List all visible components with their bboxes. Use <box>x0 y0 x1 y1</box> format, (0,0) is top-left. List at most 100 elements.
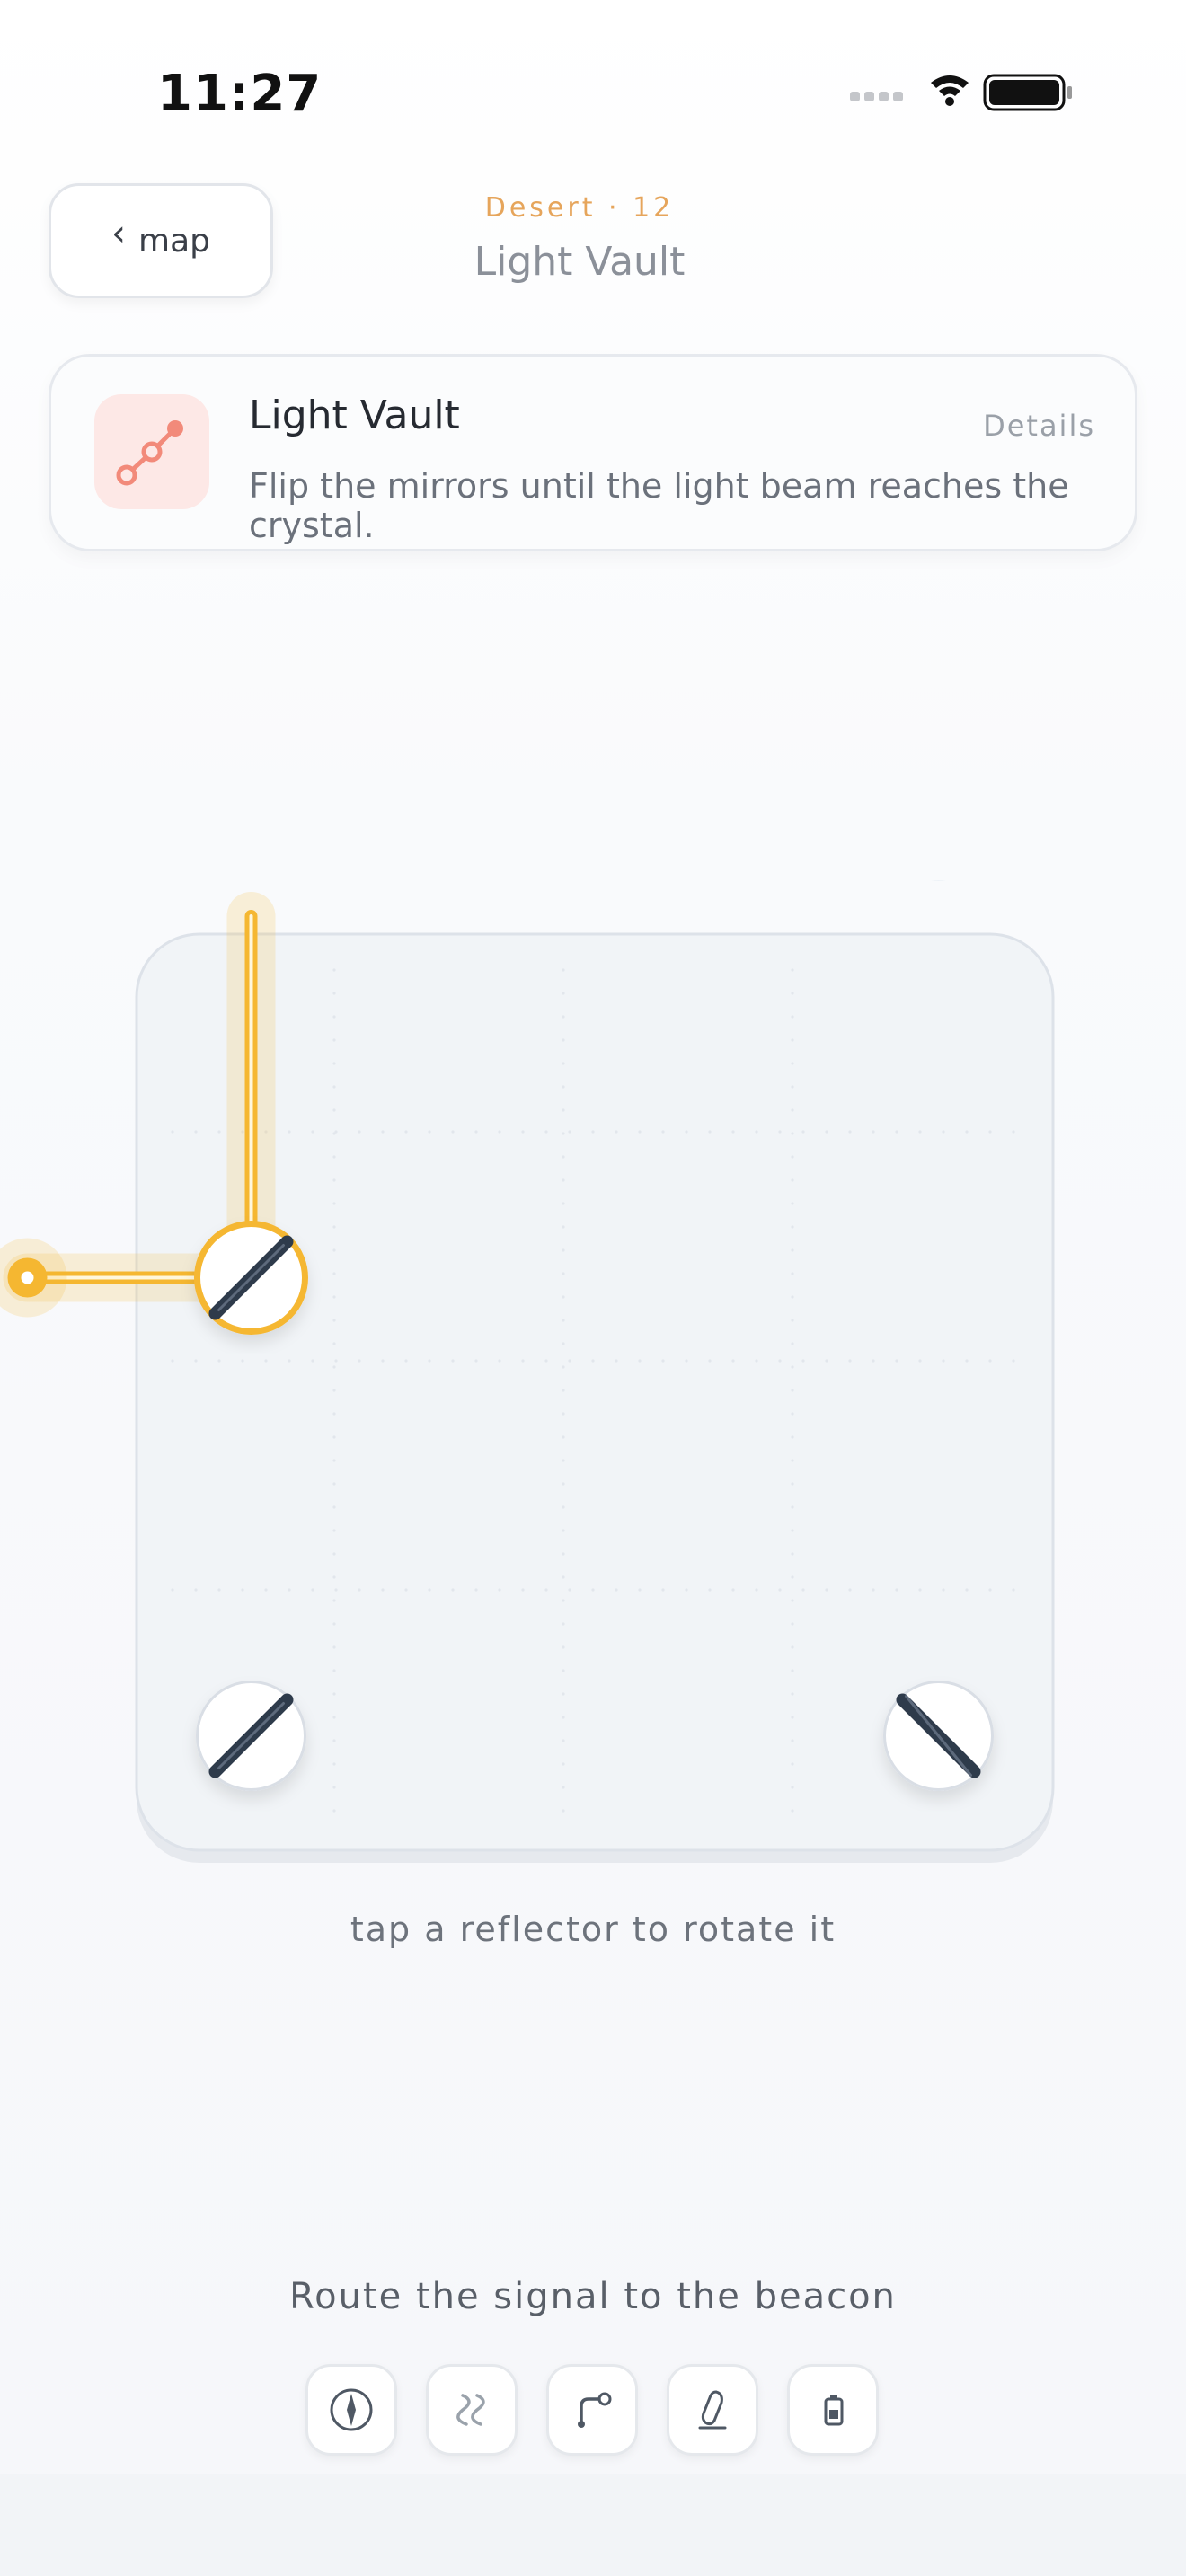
grid-dot <box>1012 1588 1015 1592</box>
cellular-signal-icon <box>850 92 903 101</box>
grid-dot <box>288 1588 291 1592</box>
level-info-card: Light Vault Flip the mirrors until the l… <box>49 354 1137 551</box>
grid-dot <box>731 1359 735 1363</box>
grid-dot <box>264 1359 268 1363</box>
grid-dot <box>562 1482 565 1486</box>
grid-dot <box>965 1130 969 1134</box>
grid-dot <box>311 1359 314 1363</box>
grid-dot <box>217 1130 221 1134</box>
path-tool-button[interactable] <box>546 2364 638 2456</box>
grid-dot <box>474 1130 478 1134</box>
grid-dot <box>791 1295 794 1299</box>
grid-dot <box>334 1130 338 1134</box>
grid-dot <box>661 1588 665 1592</box>
grid-dot <box>334 1588 338 1592</box>
wave-tool-button[interactable] <box>426 2364 518 2456</box>
grid-dot <box>562 1599 565 1602</box>
grid-dot <box>791 1645 794 1649</box>
grid-dot <box>428 1359 431 1363</box>
level-title: Light Vault <box>474 239 686 285</box>
grid-dot <box>562 1062 565 1065</box>
grid-dot <box>332 1505 336 1509</box>
grid-dot <box>562 1178 565 1182</box>
grid-dot <box>332 1038 336 1042</box>
crystal-glow <box>931 880 946 881</box>
mirror-reflector-3[interactable] <box>883 1681 994 1791</box>
grid-dot <box>498 1130 501 1134</box>
grid-dot <box>791 1132 794 1135</box>
grid-dot <box>332 1435 336 1439</box>
grid-dot <box>791 1529 794 1532</box>
grid-dot <box>791 1575 794 1579</box>
grid-dot <box>591 1130 595 1134</box>
grid-dot <box>562 1085 565 1089</box>
grid-dot <box>791 1178 794 1182</box>
grid-dot <box>332 1482 336 1486</box>
grid-dot <box>661 1130 665 1134</box>
grid-dot <box>791 1762 794 1766</box>
grid-dot <box>358 1588 361 1592</box>
grid-dot <box>591 1359 595 1363</box>
home-indicator-area <box>0 2474 1186 2576</box>
mirror-tool-button[interactable] <box>667 2364 758 2456</box>
grid-dot <box>498 1359 501 1363</box>
grid-dot <box>1012 1359 1015 1363</box>
grid-dot <box>428 1130 431 1134</box>
mirror-reflector-2[interactable] <box>196 1681 306 1791</box>
grid-dot <box>381 1130 385 1134</box>
grid-dot <box>791 1202 794 1205</box>
grid-dot <box>217 1588 221 1592</box>
grid-dot <box>942 1588 945 1592</box>
grid-dot <box>332 1575 336 1579</box>
grid-dot <box>194 1588 198 1592</box>
grid-dot <box>708 1588 712 1592</box>
grid-dot <box>562 1645 565 1649</box>
grid-dot <box>685 1359 688 1363</box>
grid-dot <box>332 1599 336 1602</box>
grid-dot <box>791 1155 794 1159</box>
grid-dot <box>791 1622 794 1626</box>
mirror-reflector-1[interactable] <box>194 1221 308 1335</box>
grid-dot <box>791 1085 794 1089</box>
compass-tool-button[interactable] <box>305 2364 397 2456</box>
grid-dot <box>332 1622 336 1626</box>
grid-dot <box>562 1575 565 1579</box>
grid-dot <box>332 1085 336 1089</box>
grid-dot <box>562 1108 565 1112</box>
grid-dot <box>791 1038 794 1042</box>
grid-dot <box>848 1130 852 1134</box>
grid-dot <box>791 1669 794 1672</box>
grid-dot <box>562 1225 565 1229</box>
grid-dot <box>562 1622 565 1626</box>
grid-dot <box>778 1359 782 1363</box>
grid-dot <box>708 1359 712 1363</box>
grid-dot <box>562 968 565 972</box>
grid-dot <box>332 1389 336 1392</box>
grid-dot <box>562 1669 565 1672</box>
grid-dot <box>404 1130 408 1134</box>
grid-dot <box>791 1786 794 1789</box>
grid-dot <box>562 1132 565 1135</box>
grid-dot <box>562 1809 565 1813</box>
details-link[interactable]: Details <box>983 409 1095 443</box>
grid-dot <box>791 1692 794 1696</box>
grid-dot <box>358 1130 361 1134</box>
grid-dot <box>988 1359 992 1363</box>
grid-dot <box>848 1359 852 1363</box>
wifi-icon <box>931 75 969 106</box>
grid-dot <box>358 1359 361 1363</box>
grid-dot <box>591 1588 595 1592</box>
grid-dot <box>755 1359 758 1363</box>
grid-dot <box>332 1669 336 1672</box>
grid-dot <box>562 992 565 995</box>
grid-dot <box>801 1588 805 1592</box>
grid-dot <box>521 1130 525 1134</box>
grid-dot <box>288 1359 291 1363</box>
grid-dot <box>872 1588 875 1592</box>
grid-dot <box>521 1359 525 1363</box>
grid-dot <box>451 1588 455 1592</box>
grid-dot <box>568 1130 571 1134</box>
battery-tool-button[interactable] <box>787 2364 879 2456</box>
grid-dot <box>332 1319 336 1322</box>
battery-icon <box>824 2395 844 2426</box>
